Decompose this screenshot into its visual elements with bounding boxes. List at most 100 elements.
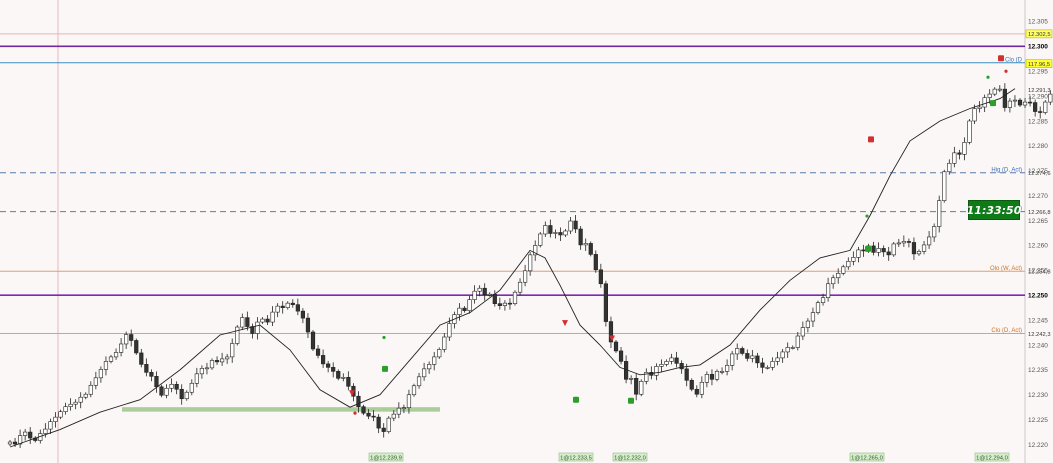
candle-up	[528, 254, 533, 272]
candle-up	[467, 299, 472, 311]
candle-up	[629, 378, 634, 380]
candle-down	[740, 348, 745, 354]
candle-up	[184, 391, 189, 400]
candle-up	[962, 142, 967, 155]
candle-down	[593, 254, 598, 271]
candle-up	[846, 261, 851, 268]
candle-down	[598, 269, 603, 285]
candle-down	[381, 427, 386, 432]
candle-down	[578, 228, 583, 246]
candle-up	[770, 361, 775, 368]
candle-down	[144, 364, 149, 373]
signal-marker[interactable]	[998, 55, 1004, 62]
candle-up	[977, 106, 982, 109]
candle-down	[366, 412, 371, 417]
candle-up	[386, 417, 391, 432]
price-chart[interactable]: 12.302,512.300Clo (D12.296,7117.96,512.2…	[0, 0, 1053, 463]
candle-down	[911, 242, 917, 255]
candle-up	[1022, 101, 1028, 106]
candle-down	[760, 362, 765, 368]
candle-down	[290, 302, 295, 305]
trade-label-text: 1@12.294,0	[976, 456, 1008, 462]
level-badge-label-l_clo_d: 12.242,3	[1028, 332, 1051, 338]
level-tag-l_hig_d: Hig (D, Act)	[991, 167, 1022, 173]
signal-marker[interactable]	[382, 365, 388, 372]
candle-up	[189, 382, 194, 393]
candle-up	[204, 367, 210, 370]
signal-dot[interactable]	[1004, 69, 1008, 73]
candle-up	[512, 291, 518, 304]
signal-marker[interactable]	[573, 396, 579, 403]
trade-label-text: 1@12.233,5	[560, 456, 592, 462]
candle-up	[750, 355, 755, 359]
candle-up	[220, 358, 225, 363]
candle-up	[169, 383, 174, 389]
level-tag-l_clo_d: Clo (D, Act)	[991, 328, 1022, 334]
candle-up	[487, 293, 492, 296]
candle-down	[159, 386, 164, 396]
candle-down	[315, 348, 321, 356]
candle-down	[957, 152, 962, 155]
candle-up	[724, 365, 730, 372]
signal-marker[interactable]	[868, 136, 874, 143]
candle-up	[103, 361, 109, 370]
candle-up	[108, 356, 114, 362]
candle-up	[805, 320, 810, 328]
candle-down	[305, 317, 311, 333]
candle-down	[679, 363, 684, 370]
signal-dot[interactable]	[353, 411, 357, 415]
candle-down	[906, 241, 911, 243]
candle-up	[765, 367, 770, 369]
candle-up	[260, 318, 265, 323]
candle-down	[214, 360, 220, 363]
candle-down	[331, 367, 336, 372]
candle-up	[553, 232, 558, 234]
signal-marker[interactable]	[990, 100, 996, 107]
candle-up	[7, 441, 13, 445]
candle-up	[856, 249, 861, 258]
candle-up	[341, 377, 346, 379]
candle-down	[482, 287, 487, 295]
candle-up	[285, 302, 290, 308]
candle-up	[53, 416, 58, 422]
candle-up	[790, 347, 795, 349]
signal-marker[interactable]	[865, 245, 871, 252]
candle-up	[230, 343, 235, 358]
candle-up	[63, 406, 68, 412]
candle-up	[432, 356, 437, 365]
candle-down	[492, 293, 497, 304]
candle-up	[952, 152, 957, 164]
level-tag-l_clo: Clo (D	[1005, 57, 1023, 63]
candle-up	[48, 421, 53, 430]
candle-up	[942, 171, 947, 201]
candle-up	[921, 244, 927, 252]
y-tick-label: 12.230	[1028, 392, 1048, 399]
candle-up	[896, 242, 901, 245]
candle-up	[704, 374, 709, 383]
candle-up	[225, 356, 230, 360]
candle-up	[901, 241, 906, 244]
candle-down	[745, 353, 750, 359]
candle-up	[83, 393, 88, 398]
trade-label-text: 1@12.232,0	[614, 456, 646, 462]
y-tick-label: 12.275	[1028, 168, 1048, 175]
y-tick-label: 12.305	[1028, 19, 1048, 26]
candle-down	[174, 383, 179, 390]
candle-down	[356, 395, 361, 407]
candle-up	[98, 369, 103, 379]
y-tick-label: 12.285	[1028, 118, 1048, 125]
candle-up	[795, 335, 800, 348]
candle-down	[28, 431, 33, 439]
candle-up	[391, 413, 396, 419]
signal-dot[interactable]	[865, 214, 869, 218]
candle-down	[300, 310, 306, 319]
candle-down	[881, 248, 886, 253]
candle-up	[502, 302, 508, 306]
candle-up	[775, 357, 780, 362]
signal-dot[interactable]	[382, 335, 386, 340]
signal-marker[interactable]	[628, 397, 634, 404]
signal-dot[interactable]	[986, 75, 990, 79]
y-tick-label: 12.245	[1028, 317, 1048, 324]
candle-down	[326, 363, 331, 368]
y-tick-label: 12.295	[1028, 69, 1048, 76]
